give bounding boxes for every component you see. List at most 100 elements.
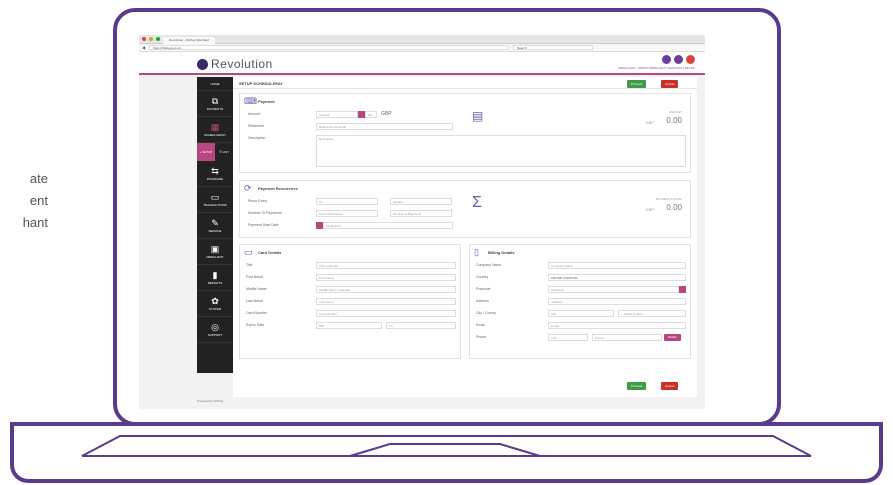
card-number-label: Card Number — [246, 311, 268, 315]
main-content: SETUP SCHEDULEPAY Proceed Cancel ⌨ Payme… — [233, 77, 697, 397]
url-input[interactable]: https://Webpay.co.uk — [149, 45, 510, 50]
cancel-button[interactable]: Cancel — [661, 80, 679, 88]
sidebar-item-system[interactable]: ✿ SYSTEM — [197, 291, 233, 317]
company-input[interactable]: Company Name — [548, 262, 686, 269]
payment-title: Payment — [258, 99, 275, 104]
card-title-input[interactable]: Title (optional) — [316, 262, 456, 269]
sidebar-item-payaware[interactable]: ⇆ PAYAWARE — [197, 161, 233, 187]
card-number-input[interactable]: Card Number — [316, 310, 456, 317]
cancel-button-bottom[interactable]: Cancel — [661, 382, 679, 390]
description-textarea[interactable]: Description — [316, 135, 686, 167]
sidebar-item-schedulepay[interactable]: ▦ SCHEDULEPAY — [197, 117, 233, 143]
county-select[interactable]: -- Select County -- — [618, 310, 686, 317]
billing-panel: ▯ Billing Details Company Name Company N… — [469, 244, 691, 359]
proceed-button[interactable]: Proceed — [627, 80, 647, 88]
num-payments-input[interactable]: Number of Payments — [390, 210, 452, 217]
gear-icon: ✿ — [211, 295, 219, 306]
sidebar-item-list[interactable]: ☰ LIST — [215, 143, 233, 161]
start-date-input[interactable]: 06-09-2017 — [323, 222, 453, 229]
postcode-label: Postcode — [476, 287, 491, 291]
back-icon[interactable]: ◀ — [142, 45, 145, 50]
shuffle-icon: ⇆ — [211, 165, 219, 176]
mobile-toggle[interactable]: Mobile — [664, 334, 681, 341]
expiry-month-input[interactable]: MM — [316, 322, 382, 329]
middle-name-label: Middle Name — [246, 287, 267, 291]
phone-label: Phone — [476, 335, 487, 339]
user-icon[interactable] — [662, 55, 671, 64]
browser-search-input[interactable]: Search — [513, 45, 594, 50]
start-date-label: Payment Start Date — [248, 223, 279, 227]
currency-label: GBP — [381, 111, 392, 117]
payment-panel: ⌨ Payment Amount Amount 00 GBP Reference… — [239, 93, 691, 173]
card-title-label: Title — [246, 263, 253, 267]
sidebar-item-reports[interactable]: ▮ REPORTS — [197, 265, 233, 291]
period-select[interactable]: Monthly — [390, 198, 452, 205]
reference-label: Reference — [248, 124, 265, 128]
proceed-button-bottom[interactable]: Proceed — [627, 382, 647, 390]
phone-code-select[interactable]: +44 — [548, 334, 588, 341]
expiry-year-input[interactable]: YY — [386, 322, 456, 329]
recurrence-type-select[interactable]: Fixed Recurrence — [316, 210, 378, 217]
city-label: City / County — [476, 311, 497, 315]
recurrence-icon: ⟳ — [244, 183, 252, 193]
recurrence-panel: ⟳ Payment Recurrence Recur Every 01 Mont… — [239, 180, 691, 238]
recur-label: Recur Every — [248, 199, 268, 203]
country-label: Country — [476, 275, 489, 279]
decimals-input[interactable]: 00 — [365, 111, 377, 118]
sidebar-item-merchant[interactable]: ▣ MERCHANT — [197, 239, 233, 265]
amount-input[interactable]: Amount — [316, 111, 358, 118]
email-label: Email — [476, 323, 485, 327]
sidebar-item-support[interactable]: ◎ SUPPORT — [197, 317, 233, 343]
card-panel: ▭ Card Details Title Title (optional) Fi… — [239, 244, 461, 359]
calendar-button[interactable] — [316, 222, 323, 229]
laptop-deck-outline — [81, 435, 812, 457]
card-title: Card Details — [258, 250, 282, 255]
country-select[interactable]: UNITED KINGDOM — [548, 274, 686, 281]
sidebar-item-service[interactable]: ✎ SERVICE — [197, 213, 233, 239]
monitor-icon: ▭ — [210, 191, 220, 202]
brush-icon: ✎ — [211, 217, 219, 228]
payments-icon: ⧉ — [211, 95, 219, 106]
browser-tab-bar: Revolution - WePay Merchant — [139, 35, 705, 44]
close-window-icon[interactable] — [142, 37, 146, 41]
recur-every-select[interactable]: 01 — [316, 198, 378, 205]
address-input[interactable]: Address — [548, 298, 686, 305]
phone-input[interactable]: Phone — [592, 334, 662, 341]
middle-name-input[interactable]: Middle Name (optional) — [316, 286, 456, 293]
sidebar-item-payments[interactable]: ⧉ PAYMENTS — [197, 91, 233, 117]
postcode-input[interactable]: Postcode — [548, 286, 679, 293]
calendar-icon: ▦ — [210, 121, 220, 132]
sidebar-item-home[interactable]: HOME — [197, 77, 233, 91]
reference-input[interactable]: Reference (optional) — [316, 123, 453, 130]
card-icon: ▭ — [244, 247, 253, 257]
maximize-window-icon[interactable] — [156, 37, 160, 41]
sidebar: HOME ⧉ PAYMENTS ▦ SCHEDULEPAY + SETUP ☰ LI… — [197, 77, 233, 373]
cropped-side-text: ate ent hant — [0, 168, 48, 234]
sidebar-item-setup[interactable]: + SETUP — [197, 143, 215, 161]
payment-icon: ⌨ — [244, 96, 257, 106]
minimize-window-icon[interactable] — [149, 37, 153, 41]
sidebar-item-transactions[interactable]: ▭ TRANSACTIONS — [197, 187, 233, 213]
laptop-screen: Revolution - WePay Merchant ◀ https://We… — [139, 35, 705, 409]
amount-total: 0.00 — [666, 116, 682, 125]
power-icon[interactable] — [686, 55, 695, 64]
total-title: PAYMENTS TOTAL — [655, 197, 682, 201]
postcode-search-button[interactable] — [679, 286, 686, 293]
settings-icon[interactable] — [674, 55, 683, 64]
revolution-logo[interactable]: Revolution — [197, 57, 273, 71]
browser-tab[interactable]: Revolution - WePay Merchant — [163, 36, 215, 44]
email-input[interactable]: Email — [548, 322, 686, 329]
amount-currency: GBP — [645, 120, 654, 125]
side-text-line: hant — [22, 215, 48, 230]
city-input[interactable]: City — [548, 310, 614, 317]
amount-label: Amount — [248, 112, 261, 116]
app-header: Revolution MERCHANT - WEPAY MERCHANT SER… — [139, 52, 705, 75]
billing-icon: ▯ — [474, 247, 479, 257]
chart-icon: ▮ — [212, 269, 218, 280]
last-name-input[interactable]: Last Name — [316, 298, 456, 305]
first-name-input[interactable]: First Name — [316, 274, 456, 281]
footer-text: Powered by WePay — [197, 399, 224, 403]
sigma-icon: Σ — [472, 194, 482, 211]
logo-icon — [197, 58, 208, 70]
num-payments-label: Number Of Payments — [248, 211, 282, 215]
